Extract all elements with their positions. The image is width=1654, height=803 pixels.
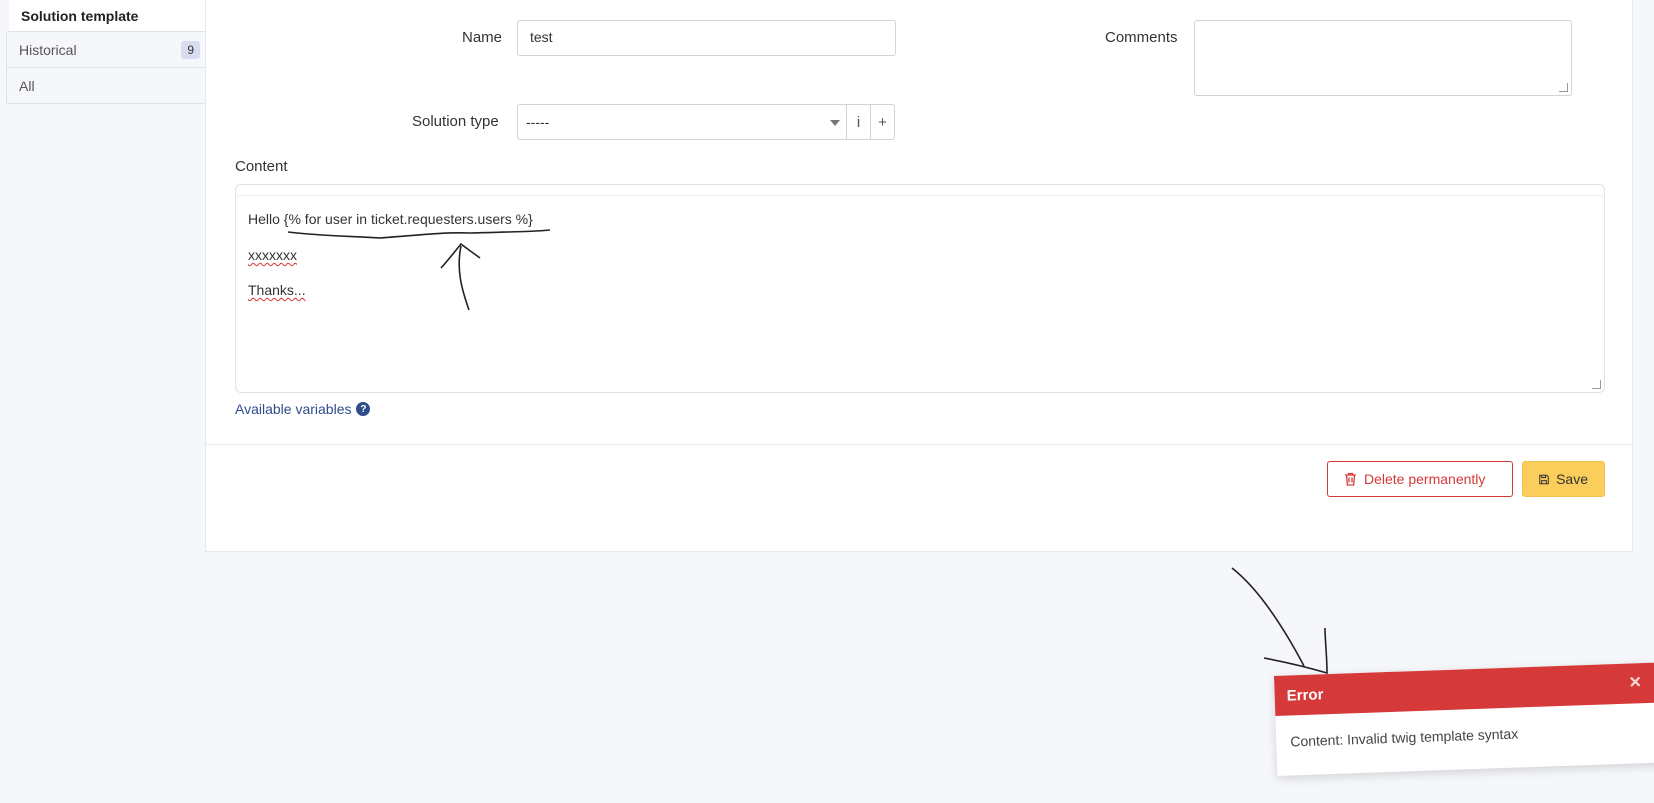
comments-label: Comments	[1105, 29, 1178, 46]
sidebar-item-label: All	[19, 77, 35, 94]
sidebar: Solution template Historical 9 All	[6, 0, 206, 104]
solution-type-value: -----	[526, 114, 550, 130]
chevron-down-icon	[830, 120, 840, 126]
name-field[interactable]: test	[517, 20, 896, 56]
close-icon[interactable]: ×	[1629, 671, 1641, 694]
sidebar-item-label: Historical	[19, 41, 77, 58]
arrow-down-annotation	[1231, 567, 1328, 675]
info-button[interactable]: i	[847, 104, 871, 140]
content-line: xxxxxxx	[248, 247, 297, 263]
solution-type-group: ----- i +	[517, 104, 895, 140]
name-label: Name	[462, 29, 503, 46]
trash-icon	[1345, 472, 1356, 486]
divider	[206, 444, 1632, 445]
delete-permanently-button[interactable]: Delete permanently	[1327, 461, 1513, 497]
available-variables-link[interactable]: Available variables ?	[235, 401, 371, 417]
editor-toolbar	[236, 185, 1604, 196]
resize-handle[interactable]	[1592, 380, 1601, 389]
toast-title: Error	[1286, 685, 1324, 705]
delete-label: Delete permanently	[1364, 471, 1486, 487]
name-field-value: test	[530, 29, 553, 45]
solution-type-label: Solution type	[412, 113, 499, 130]
content-line: Hello {% for user in ticket.requesters.u…	[248, 211, 533, 227]
content-label: Content	[235, 158, 288, 175]
comments-field[interactable]	[1194, 20, 1572, 96]
solution-type-select[interactable]: -----	[517, 104, 847, 140]
sidebar-item-historical[interactable]: Historical 9	[6, 32, 206, 68]
sidebar-item-all[interactable]: All	[6, 68, 206, 104]
sidebar-item-label: Solution template	[21, 7, 139, 24]
sidebar-item-solution-template[interactable]: Solution template	[6, 0, 206, 32]
content-editor[interactable]: Hello {% for user in ticket.requesters.u…	[235, 184, 1605, 393]
add-button[interactable]: +	[871, 104, 895, 140]
help-icon[interactable]: ?	[356, 402, 371, 416]
save-button[interactable]: Save	[1522, 461, 1605, 497]
resize-handle[interactable]	[1559, 83, 1568, 92]
save-label: Save	[1556, 471, 1588, 487]
error-toast: Error × Content: Invalid twig template s…	[1274, 661, 1654, 776]
count-badge: 9	[181, 41, 200, 59]
floppy-disk-icon	[1539, 474, 1549, 484]
available-variables-label: Available variables	[235, 401, 352, 417]
main-card: Name test Comments Solution type ----- i…	[205, 0, 1633, 552]
content-line: Thanks...	[248, 282, 306, 298]
